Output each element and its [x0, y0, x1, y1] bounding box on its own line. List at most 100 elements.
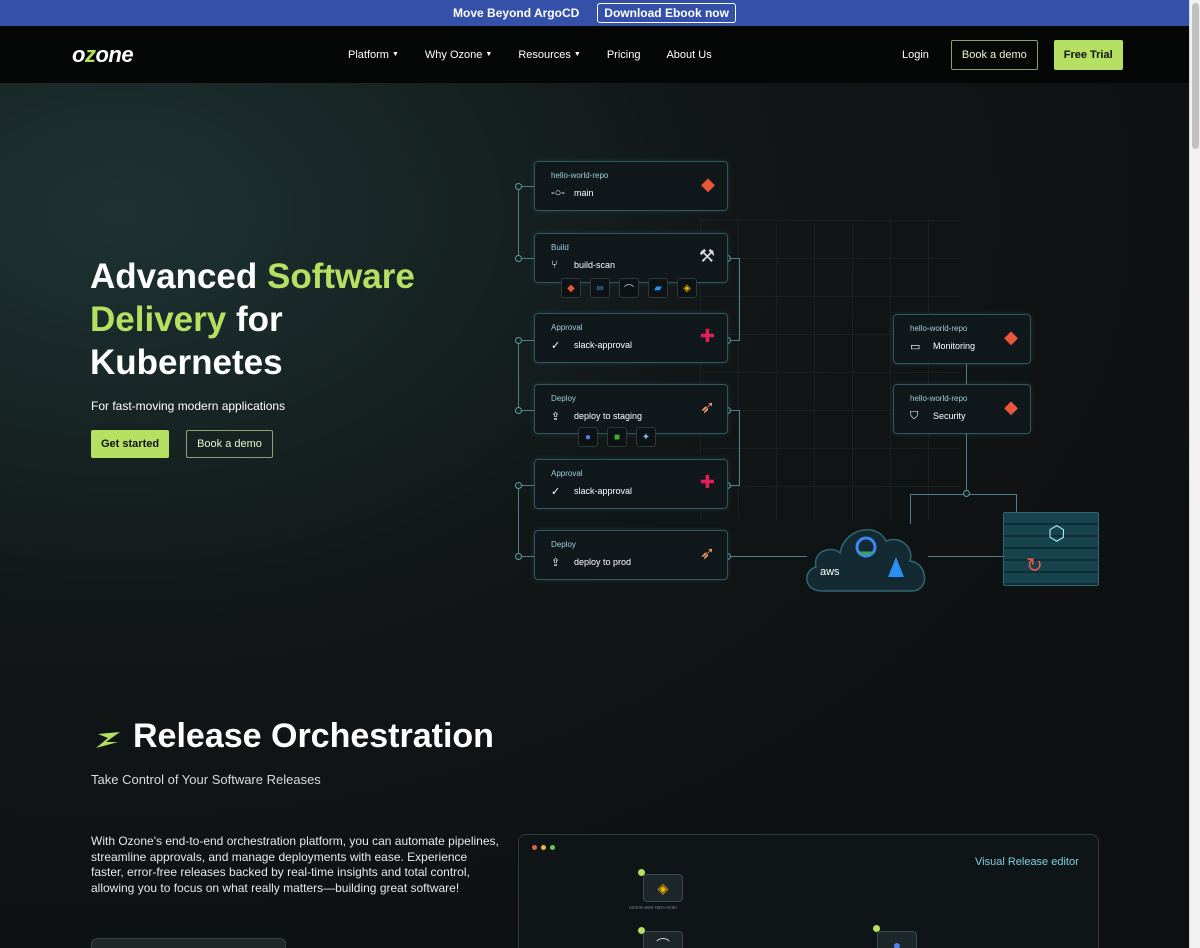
monitor-icon: ▭ [910, 341, 921, 353]
curve-icon: ⌒ [619, 278, 639, 298]
download-ebook-button[interactable]: Download Ebook now [597, 3, 736, 23]
card-category: Approval [551, 323, 583, 332]
hero-buttons: Get started Book a demo [91, 430, 273, 458]
nav-item-label: Pricing [606, 48, 641, 61]
branch-icon: ⑂ [551, 259, 558, 271]
circle-icon: ● [578, 427, 598, 447]
caret-down-icon: ▼ [485, 51, 493, 58]
book-demo-button[interactable]: Book a demo [950, 40, 1038, 70]
ozone-logo[interactable]: ozone [72, 42, 134, 68]
connector-line [518, 340, 519, 410]
visual-release-editor: Visual Release editor ◈ ozone-aws-repo-s… [518, 834, 1099, 948]
login-link[interactable]: Login [902, 49, 929, 61]
nav-item-label: About Us [666, 48, 712, 61]
pipeline-card-security[interactable]: hello-world-repo ⛉ Security ◆ [893, 384, 1031, 434]
cube-icon[interactable]: ◈ [643, 874, 683, 902]
pipeline-card-repo[interactable]: hello-world-repo -○- main ◆ [534, 161, 728, 211]
announcement-bar: Move Beyond ArgoCD Download Ebook now [0, 0, 1189, 26]
connector-node [515, 407, 522, 414]
connector-line [966, 434, 967, 494]
cube-icon: ◈ [677, 278, 697, 298]
link-icon: ∞ [590, 278, 610, 298]
curve-icon[interactable]: ⌒ [643, 931, 683, 948]
connector-line [928, 556, 1004, 557]
connector-line [1016, 494, 1017, 512]
nav-item-label: Why Ozone [424, 48, 483, 61]
nav-item-about-us[interactable]: About Us [666, 49, 711, 61]
shield-icon: ⛉ [910, 410, 919, 422]
card-label: slack-approval [574, 486, 633, 496]
upload-icon: ⇪ [551, 557, 561, 569]
card-category: hello-world-repo [551, 171, 609, 180]
card-label: main [574, 188, 594, 198]
card-label: build-scan [574, 260, 616, 270]
server-rack-icon: ⬡ ↻ [1003, 512, 1099, 586]
nav-item-platform[interactable]: Platform ▼ [348, 49, 399, 61]
window-controls [532, 845, 555, 850]
nav-item-resources[interactable]: Resources ▼ [518, 49, 581, 61]
nav-item-pricing[interactable]: Pricing [607, 49, 641, 61]
pipeline-card-approval[interactable]: Approval ✓ slack-approval ✚ [534, 313, 728, 363]
pipeline-card-monitoring[interactable]: hello-world-repo ▭ Monitoring ◆ [893, 314, 1031, 364]
git-icon: ◆ [561, 278, 581, 298]
connector-node [515, 337, 522, 344]
ozone-z-icon [96, 732, 120, 748]
nav-item-why-ozone[interactable]: Why Ozone ▼ [425, 49, 492, 61]
learn-more-pill[interactable] [91, 938, 286, 948]
rocket-icon: ➶ [699, 397, 715, 417]
connector-line [966, 363, 967, 385]
connector-line [518, 485, 519, 556]
connector-node [515, 553, 522, 560]
card-label: deploy to staging [574, 411, 643, 421]
connector-node [515, 183, 522, 190]
pipeline-card-build[interactable]: Build ⑂ build-scan ⚒ [534, 233, 728, 283]
caret-down-icon: ▼ [573, 51, 581, 58]
connector-node [963, 490, 970, 497]
card-category: Approval [551, 469, 583, 478]
hero-book-demo-button[interactable]: Book a demo [186, 430, 273, 458]
hero-title: Advanced Software Delivery for Kubernete… [90, 255, 420, 384]
upload-icon: ⇪ [551, 411, 561, 423]
release-description: With Ozone's end-to-end orchestration pl… [91, 834, 499, 895]
nav-item-label: Resources [518, 48, 571, 61]
card-label: Security [933, 411, 966, 421]
selenium-icon: ■ [607, 427, 627, 447]
commit-icon: -○- [551, 187, 565, 199]
circle-icon[interactable]: ● [877, 931, 917, 948]
page-scrollbar[interactable] [1189, 0, 1200, 948]
connector-node [515, 255, 522, 262]
check-circle-icon: ✓ [551, 486, 561, 498]
caret-down-icon: ▼ [391, 51, 399, 58]
logo-part: o [72, 42, 85, 67]
release-subtitle: Take Control of Your Software Releases [91, 772, 321, 787]
card-category: Build [551, 243, 569, 252]
docker-icon: ▰ [648, 278, 668, 298]
logo-accent: z [84, 42, 96, 67]
wand-icon: ✦ [636, 427, 656, 447]
connector-line [739, 410, 740, 485]
slack-icon: ✚ [699, 326, 715, 346]
rocket-icon: ➶ [699, 543, 715, 563]
helm-icon: ⬡ [1048, 523, 1066, 545]
pipeline-card-approval-2[interactable]: Approval ✓ slack-approval ✚ [534, 459, 728, 509]
git-icon: ◆ [701, 174, 715, 194]
node-label: ozone-aws-repo-scan [629, 905, 678, 911]
sync-icon: ↻ [1026, 555, 1043, 577]
connector-line [727, 556, 807, 557]
get-started-button[interactable]: Get started [91, 430, 170, 458]
deploy-tools-row: ● ■ ✦ [578, 427, 656, 447]
slack-icon: ✚ [699, 472, 715, 492]
pipeline-card-deploy-prod[interactable]: Deploy ⇪ deploy to prod ➶ [534, 530, 728, 580]
editor-title: Visual Release editor [975, 856, 1079, 868]
nav-links: Platform ▼ Why Ozone ▼ Resources ▼ Pricing … [348, 26, 738, 83]
connector-line [518, 186, 519, 258]
close-dot-icon [532, 845, 537, 850]
top-navigation: ozone Platform ▼ Why Ozone ▼ Resources ▼ Pr… [0, 26, 1189, 83]
announcement-text: Move Beyond ArgoCD [453, 6, 580, 20]
free-trial-button[interactable]: Free Trial [1053, 40, 1123, 70]
pipeline-diagram: hello-world-repo -○- main ◆ Build ⑂ buil… [500, 150, 1140, 610]
git-icon: ◆ [1004, 327, 1018, 347]
check-circle-icon: ✓ [551, 340, 561, 352]
scrollbar-thumb[interactable] [1192, 3, 1199, 149]
card-label: deploy to prod [574, 557, 632, 567]
